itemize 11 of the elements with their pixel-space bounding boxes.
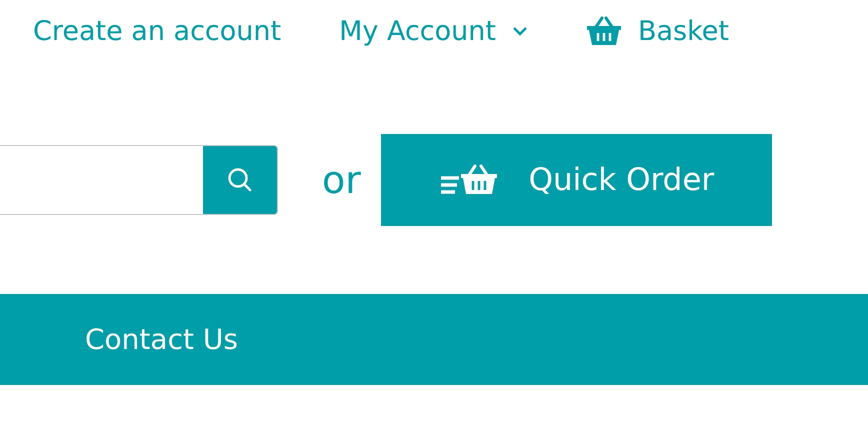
menu-item[interactable]: Contact Us <box>85 323 238 356</box>
or-label: or <box>322 158 361 202</box>
search-icon <box>226 166 254 194</box>
quick-order-button[interactable]: Quick Order <box>380 134 772 226</box>
create-account-link[interactable]: Create an account <box>33 16 282 46</box>
basket-icon[interactable] <box>586 16 622 46</box>
chevron-down-icon[interactable] <box>512 26 528 36</box>
search-button[interactable] <box>203 146 277 214</box>
basket-link[interactable]: Basket <box>638 16 729 46</box>
account-menu-link[interactable]: My Account <box>339 16 496 46</box>
search-field[interactable] <box>0 145 278 215</box>
